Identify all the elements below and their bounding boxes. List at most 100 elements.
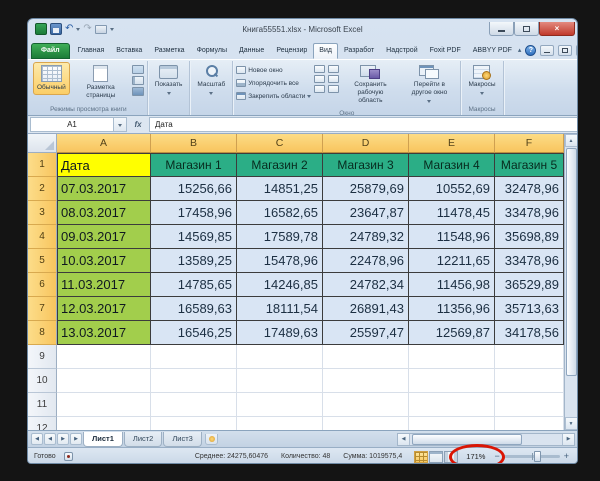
value-cell[interactable]: 11356,96 bbox=[409, 297, 495, 321]
empty-cell[interactable] bbox=[323, 393, 409, 417]
value-cell[interactable]: 35698,89 bbox=[495, 225, 564, 249]
empty-cell[interactable] bbox=[495, 369, 564, 393]
scroll-right-icon[interactable]: ▶ bbox=[562, 433, 574, 445]
cell-shop4-header[interactable]: Магазин 4 bbox=[409, 153, 495, 177]
synchronous-scrolling-icon[interactable] bbox=[328, 75, 340, 83]
zoom-in-icon[interactable]: + bbox=[564, 452, 569, 461]
empty-cell[interactable] bbox=[151, 417, 237, 430]
scroll-down-icon[interactable]: ▼ bbox=[564, 417, 577, 430]
vertical-scrollbar[interactable]: ▲ ▼ bbox=[564, 134, 577, 430]
print-icon[interactable] bbox=[94, 24, 107, 34]
tab-formulas[interactable]: Формулы bbox=[191, 43, 233, 59]
empty-cell[interactable] bbox=[237, 393, 323, 417]
value-cell[interactable]: 15256,66 bbox=[151, 177, 237, 201]
previous-sheet-icon[interactable]: ◀ bbox=[44, 433, 56, 445]
value-cell[interactable]: 11456,98 bbox=[409, 273, 495, 297]
zoom-button[interactable]: Масштаб bbox=[193, 62, 229, 100]
value-cell[interactable]: 35713,63 bbox=[495, 297, 564, 321]
empty-cell[interactable] bbox=[495, 345, 564, 369]
tab-insert[interactable]: Вставка bbox=[110, 43, 148, 59]
value-cell[interactable]: 17489,63 bbox=[237, 321, 323, 345]
split-icon[interactable] bbox=[314, 65, 326, 73]
value-cell[interactable]: 16546,25 bbox=[151, 321, 237, 345]
tab-home[interactable]: Главная bbox=[72, 43, 111, 59]
horizontal-scrollbar[interactable]: ◀ ▶ bbox=[397, 432, 575, 446]
value-cell[interactable]: 10552,69 bbox=[409, 177, 495, 201]
page-layout-view-button[interactable]: Разметка страницы bbox=[73, 62, 129, 103]
value-cell[interactable]: 26891,43 bbox=[323, 297, 409, 321]
new-window-button[interactable]: Новое окно bbox=[236, 64, 311, 76]
value-cell[interactable]: 15478,96 bbox=[237, 249, 323, 273]
workbook-close-button[interactable]: × bbox=[576, 45, 577, 56]
restore-button[interactable] bbox=[514, 22, 539, 36]
row-header-3[interactable]: 3 bbox=[28, 201, 57, 225]
sheet-tab-list2[interactable]: Лист2 bbox=[123, 431, 163, 447]
full-screen-icon[interactable] bbox=[131, 87, 144, 96]
collapse-ribbon-icon[interactable]: ▴ bbox=[518, 47, 522, 55]
view-side-by-side-icon[interactable] bbox=[328, 65, 340, 73]
row-header-5[interactable]: 5 bbox=[28, 249, 57, 273]
empty-cell[interactable] bbox=[151, 393, 237, 417]
page-layout-shortcut-icon[interactable] bbox=[429, 450, 444, 463]
empty-cell[interactable] bbox=[323, 345, 409, 369]
empty-cell[interactable] bbox=[409, 345, 495, 369]
row-header-9[interactable]: 9 bbox=[28, 345, 57, 369]
row-header-10[interactable]: 10 bbox=[28, 369, 57, 393]
tab-developer[interactable]: Разработ bbox=[338, 43, 380, 59]
page-break-shortcut-icon[interactable] bbox=[444, 450, 459, 463]
row-header-4[interactable]: 4 bbox=[28, 225, 57, 249]
insert-worksheet-icon[interactable] bbox=[204, 433, 218, 445]
value-cell[interactable]: 24782,34 bbox=[323, 273, 409, 297]
value-cell[interactable]: 23647,87 bbox=[323, 201, 409, 225]
next-sheet-icon[interactable]: ▶ bbox=[57, 433, 69, 445]
empty-cell[interactable] bbox=[57, 345, 151, 369]
tab-review[interactable]: Рецензир bbox=[270, 43, 313, 59]
row-header-6[interactable]: 6 bbox=[28, 273, 57, 297]
value-cell[interactable]: 24789,32 bbox=[323, 225, 409, 249]
help-icon[interactable]: ? bbox=[525, 45, 537, 56]
zoom-level-button[interactable]: 171% bbox=[466, 452, 485, 461]
tab-data[interactable]: Данные bbox=[233, 43, 270, 59]
workbook-minimize-button[interactable] bbox=[540, 45, 555, 56]
empty-cell[interactable] bbox=[237, 345, 323, 369]
empty-cell[interactable] bbox=[409, 393, 495, 417]
normal-view-button[interactable]: Обычный bbox=[33, 62, 70, 95]
macro-record-icon[interactable] bbox=[63, 452, 73, 461]
save-icon[interactable] bbox=[50, 23, 62, 35]
name-box[interactable]: A1 bbox=[30, 117, 114, 132]
qat-customize-icon[interactable] bbox=[109, 28, 114, 33]
tab-view[interactable]: Вид bbox=[313, 43, 338, 59]
tab-addins[interactable]: Надстрой bbox=[380, 43, 423, 59]
value-cell[interactable]: 36529,89 bbox=[495, 273, 564, 297]
reset-window-position-icon[interactable] bbox=[328, 85, 340, 93]
value-cell[interactable]: 17589,78 bbox=[237, 225, 323, 249]
cell-shop5-header[interactable]: Магазин 5 bbox=[495, 153, 564, 177]
value-cell[interactable]: 34178,56 bbox=[495, 321, 564, 345]
redo-icon[interactable]: ↷ bbox=[83, 24, 91, 34]
macros-button[interactable]: Макросы bbox=[464, 62, 499, 100]
value-cell[interactable]: 16582,65 bbox=[237, 201, 323, 225]
value-cell[interactable]: 13589,25 bbox=[151, 249, 237, 273]
date-cell[interactable]: 09.03.2017 bbox=[57, 225, 151, 249]
row-header-2[interactable]: 2 bbox=[28, 177, 57, 201]
name-box-dropdown[interactable] bbox=[114, 117, 127, 132]
excel-logo-icon[interactable] bbox=[35, 23, 47, 35]
tab-file[interactable]: Файл bbox=[31, 43, 70, 59]
save-workspace-button[interactable]: Сохранить рабочую область bbox=[342, 62, 398, 107]
normal-view-shortcut-icon[interactable] bbox=[414, 450, 429, 463]
vertical-scroll-thumb[interactable] bbox=[565, 148, 577, 376]
select-all-corner[interactable] bbox=[28, 134, 57, 153]
scroll-up-icon[interactable]: ▲ bbox=[564, 134, 577, 147]
minimize-button[interactable] bbox=[489, 22, 514, 36]
cell-shop3-header[interactable]: Магазин 3 bbox=[323, 153, 409, 177]
cell-shop1-header[interactable]: Магазин 1 bbox=[151, 153, 237, 177]
value-cell[interactable]: 16589,63 bbox=[151, 297, 237, 321]
column-header-c[interactable]: C bbox=[237, 134, 323, 153]
value-cell[interactable]: 11548,96 bbox=[409, 225, 495, 249]
arrange-all-button[interactable]: Упорядочить все bbox=[236, 77, 311, 89]
value-cell[interactable]: 12211,65 bbox=[409, 249, 495, 273]
date-cell[interactable]: 08.03.2017 bbox=[57, 201, 151, 225]
empty-cell[interactable] bbox=[323, 369, 409, 393]
zoom-out-icon[interactable]: − bbox=[494, 452, 499, 461]
cell-shop2-header[interactable]: Магазин 2 bbox=[237, 153, 323, 177]
